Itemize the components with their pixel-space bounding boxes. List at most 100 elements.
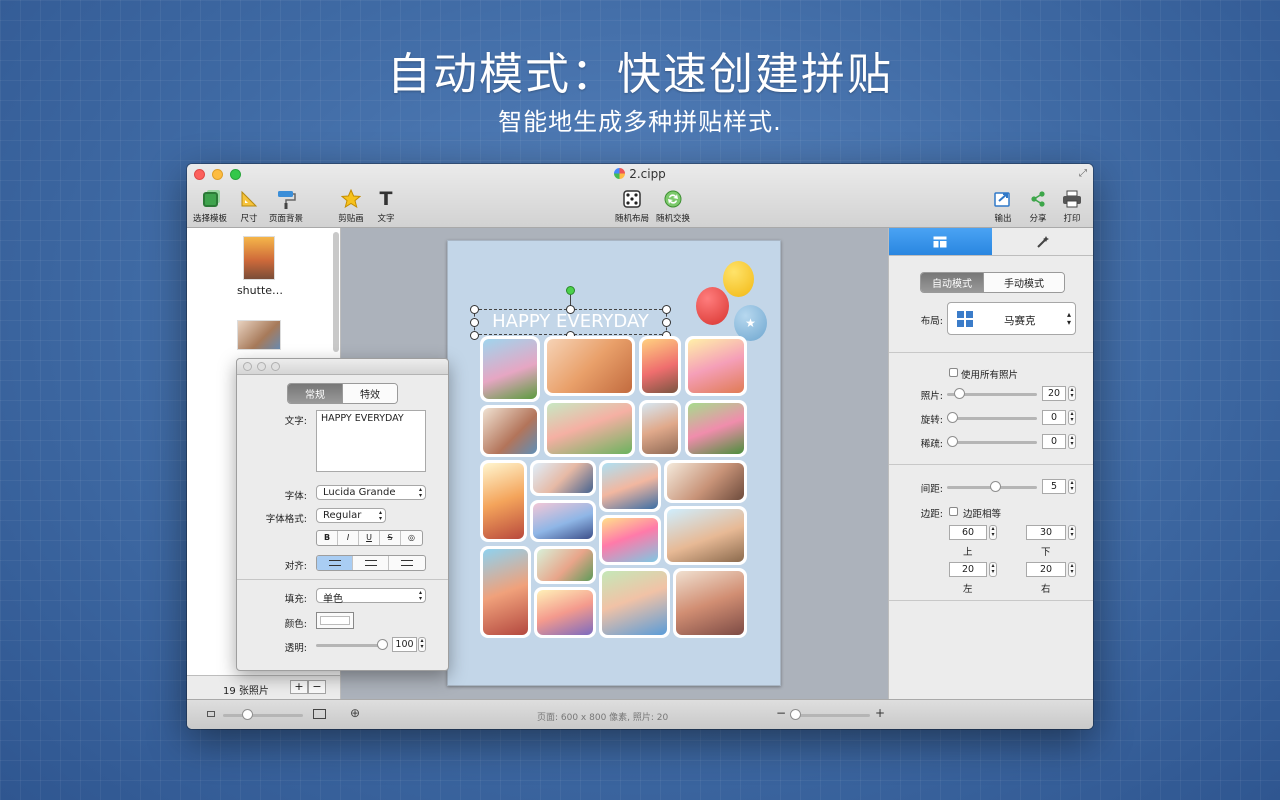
opacity-slider-knob[interactable] [377,639,388,650]
collage-photo[interactable] [685,400,747,457]
tab-general[interactable]: 常规 [288,384,342,403]
collage-photo[interactable] [599,460,661,512]
collage-photo[interactable] [673,568,747,638]
toolbar-background-button[interactable]: 页面背景 [264,188,308,224]
thumbnail-size-slider[interactable] [223,714,303,717]
margin-top-stepper[interactable]: ▴ ▾ [989,525,997,540]
photo-thumbnail[interactable] [237,320,281,350]
photos-slider-knob[interactable] [954,388,965,399]
align-center-button[interactable] [353,556,389,570]
toolbar-random-layout-button[interactable]: 随机布局 [610,188,654,224]
margin-top-field[interactable]: 60 [949,525,987,540]
photos-field[interactable]: 20 [1042,386,1066,401]
outline-button[interactable]: ◎ [401,531,422,545]
rotate-stepper[interactable]: ▴ ▾ [1068,410,1076,425]
resize-handle[interactable] [662,318,671,327]
collage-photo[interactable] [530,460,596,496]
rotate-slider-knob[interactable] [947,412,958,423]
font-select[interactable]: Lucida Grande ▴ ▾ [316,485,426,500]
inspector-zoom-button[interactable] [271,362,280,371]
margin-left-stepper[interactable]: ▴ ▾ [989,562,997,577]
collage-photo[interactable] [544,336,635,396]
opacity-slider[interactable] [316,644,386,647]
zoom-fit-icon[interactable]: ⊕ [350,706,360,720]
add-photo-button[interactable]: + [290,680,308,694]
font-style-select[interactable]: Regular ▴ ▾ [316,508,386,523]
photos-stepper[interactable]: ▴ ▾ [1068,386,1076,401]
spacing-stepper[interactable]: ▴ ▾ [1068,479,1076,494]
text-input[interactable]: HAPPY EVERYDAY [316,410,426,472]
zoom-slider-knob[interactable] [790,709,801,720]
sparse-field[interactable]: 0 [1042,434,1066,449]
balloon-clipart[interactable] [696,287,729,325]
margin-right-field[interactable]: 20 [1026,562,1066,577]
collage-photo[interactable] [530,500,596,542]
bold-button[interactable]: B [317,531,338,545]
sparse-stepper[interactable]: ▴ ▾ [1068,434,1076,449]
collage-photo[interactable] [639,400,681,457]
sparse-slider-knob[interactable] [947,436,958,447]
collage-page[interactable]: ★ HAPPY EVERYDAY [447,240,781,686]
toolbar-template-button[interactable]: 选择模板 [188,188,232,224]
rotate-handle[interactable] [566,286,575,295]
collage-photo[interactable] [664,506,747,565]
collage-photo[interactable] [480,460,527,542]
sparse-slider[interactable] [947,441,1037,444]
balloon-clipart[interactable] [723,261,754,297]
photo-thumbnail[interactable] [243,236,275,280]
tab-layout[interactable] [889,228,992,255]
collage-photo[interactable] [599,568,670,638]
collage-photo[interactable] [599,515,661,565]
remove-photo-button[interactable]: − [308,680,326,694]
collage-photo[interactable] [639,336,681,396]
inspector-close-button[interactable] [243,362,252,371]
toolbar-random-swap-button[interactable]: 随机交换 [651,188,695,224]
zoom-out-button[interactable]: − [776,706,786,720]
margin-right-stepper[interactable]: ▴ ▾ [1068,562,1076,577]
spacing-slider-knob[interactable] [990,481,1001,492]
strikethrough-button[interactable]: S [380,531,401,545]
resize-handle[interactable] [566,305,575,314]
manual-mode-button[interactable]: 手动模式 [983,273,1064,292]
collage-photo[interactable] [534,546,596,584]
rotate-slider[interactable] [947,417,1037,420]
color-well[interactable] [316,612,354,629]
equal-margin-checkbox[interactable] [949,507,958,516]
collage-photo[interactable] [544,400,635,457]
margin-bottom-field[interactable]: 30 [1026,525,1066,540]
margin-left-field[interactable]: 20 [949,562,987,577]
rotate-field[interactable]: 0 [1042,410,1066,425]
fill-select[interactable]: 单色 ▴ ▾ [316,588,426,605]
margin-bottom-stepper[interactable]: ▴ ▾ [1068,525,1076,540]
collage-photo[interactable] [685,336,747,396]
tab-effects-inspector[interactable]: 特效 [342,384,397,403]
inspector-minimize-button[interactable] [257,362,266,371]
auto-mode-button[interactable]: 自动模式 [921,273,983,292]
inspector-titlebar[interactable] [237,359,448,375]
collage-photo[interactable] [480,336,540,402]
italic-button[interactable]: I [338,531,359,545]
opacity-stepper[interactable]: ▴ ▾ [418,637,426,652]
collage-photo[interactable] [480,546,531,638]
layout-select[interactable]: 马赛克 ▴ ▾ [947,302,1076,335]
use-all-photos-checkbox[interactable] [949,368,958,377]
fullscreen-icon[interactable]: ⤢ [1079,168,1087,179]
opacity-field[interactable]: 100 [392,637,417,652]
underline-button[interactable]: U [359,531,380,545]
zoom-slider[interactable] [790,714,870,717]
toolbar-print-button[interactable]: 打印 [1050,188,1093,224]
spacing-field[interactable]: 5 [1042,479,1066,494]
collage-photo[interactable] [664,460,747,503]
resize-handle[interactable] [470,305,479,314]
zoom-in-button[interactable]: + [875,706,885,720]
resize-handle[interactable] [662,305,671,314]
align-left-button[interactable] [317,556,353,570]
align-right-button[interactable] [389,556,425,570]
sidebar-scrollbar[interactable] [333,232,339,352]
resize-handle[interactable] [470,331,479,340]
toolbar-text-button[interactable]: T 文字 [364,188,408,224]
collage-photo[interactable] [480,405,540,457]
collage-photo[interactable] [534,587,596,638]
tab-effects[interactable] [992,228,1094,255]
resize-handle[interactable] [470,318,479,327]
